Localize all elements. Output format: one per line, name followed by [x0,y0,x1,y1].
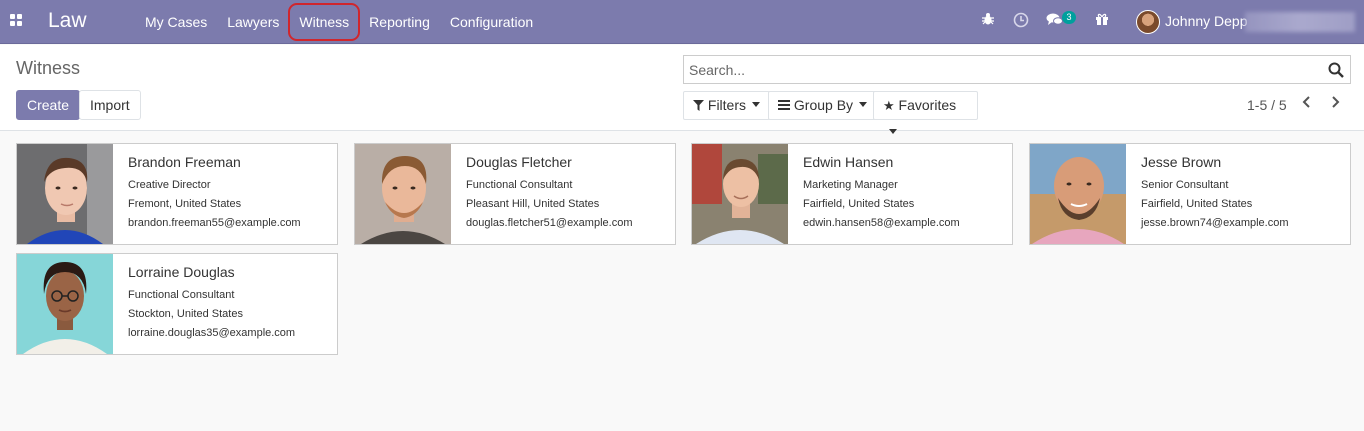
witness-job: Creative Director [128,179,211,191]
witness-job: Marketing Manager [803,179,898,191]
witness-card[interactable]: Lorraine Douglas Functional Consultant S… [16,253,338,355]
top-navbar: Law My Cases Lawyers Witness Reporting C… [0,0,1364,44]
witness-photo [1030,144,1126,244]
witness-email: jesse.brown74@example.com [1141,217,1289,229]
witness-job: Functional Consultant [128,289,235,301]
favorites-label: Favorites [898,97,957,113]
witness-card[interactable]: Douglas Fletcher Functional Consultant P… [354,143,676,245]
witness-photo [17,254,113,354]
favorites-dropdown[interactable]: ★ Favorites [873,91,978,134]
breadcrumb[interactable]: Witness [16,58,80,79]
witness-card[interactable]: Edwin Hansen Marketing Manager Fairfield… [691,143,1013,245]
witness-name: Edwin Hansen [803,154,894,170]
witness-details: Douglas Fletcher Functional Consultant P… [466,154,632,230]
menu-item-configuration[interactable]: Configuration [440,0,543,44]
main-menu: My Cases Lawyers Witness Reporting Confi… [135,0,543,44]
witness-email: lorraine.douglas35@example.com [128,327,296,339]
menu-item-witness[interactable]: Witness [288,0,360,44]
menu-item-reporting[interactable]: Reporting [359,0,440,44]
witness-job: Senior Consultant [1141,179,1229,191]
witness-details: Edwin Hansen Marketing Manager Fairfield… [803,154,960,230]
witness-location: Pleasant Hill, United States [466,198,600,210]
list-icon [778,100,790,110]
chevron-down-icon [889,128,897,134]
app-brand[interactable]: Law [48,9,87,33]
search-box [683,55,1351,84]
filters-label: Filters [707,97,747,113]
gift-icon[interactable] [1093,12,1111,30]
witness-card[interactable]: Brandon Freeman Creative Director Fremon… [16,143,338,245]
menu-item-my-cases[interactable]: My Cases [135,0,217,44]
search-icon[interactable] [1328,62,1344,78]
witness-location: Fairfield, United States [803,198,915,210]
filters-dropdown[interactable]: Filters [683,91,771,120]
pager-next-button[interactable] [1325,93,1345,115]
witness-name: Brandon Freeman [128,154,241,170]
witness-details: Brandon Freeman Creative Director Fremon… [128,154,301,230]
star-icon: ★ [883,98,895,113]
search-input[interactable] [684,56,1314,83]
redacted-area [1245,12,1355,32]
bug-icon[interactable] [979,12,997,30]
witness-photo [355,144,451,244]
pager-previous-button[interactable] [1297,93,1317,115]
witness-name: Jesse Brown [1141,154,1222,170]
witness-name: Douglas Fletcher [466,154,572,170]
witness-photo [692,144,788,244]
witness-location: Stockton, United States [128,308,243,320]
witness-name: Lorraine Douglas [128,264,235,280]
user-name[interactable]: Johnny Depp [1165,13,1248,29]
group-by-label: Group By [793,97,854,113]
witness-photo [17,144,113,244]
menu-item-lawyers[interactable]: Lawyers [217,0,289,44]
clock-icon[interactable] [1012,12,1030,30]
pager-value[interactable]: 1-5 / 5 [1247,97,1287,113]
witness-details: Lorraine Douglas Functional Consultant S… [128,264,295,340]
witness-location: Fairfield, United States [1141,198,1253,210]
create-button[interactable]: Create [16,90,81,120]
witness-job: Functional Consultant [466,179,573,191]
witness-card[interactable]: Jesse Brown Senior Consultant Fairfield,… [1029,143,1351,245]
user-avatar[interactable] [1136,10,1160,34]
filter-icon [693,100,704,111]
group-by-dropdown[interactable]: Group By [768,91,878,120]
witness-location: Fremont, United States [128,198,242,210]
control-panel: Witness Create Import Filters Group By ★… [0,45,1364,134]
witness-email: douglas.fletcher51@example.com [466,217,633,229]
import-button[interactable]: Import [79,90,141,120]
messages-count-badge: 3 [1062,11,1076,24]
chevron-down-icon [859,101,868,107]
chevron-down-icon [752,101,761,107]
witness-email: brandon.freeman55@example.com [128,217,301,229]
chevron-right-icon [1332,96,1340,108]
witness-details: Jesse Brown Senior Consultant Fairfield,… [1141,154,1289,230]
witness-email: edwin.hansen58@example.com [803,217,960,229]
apps-menu-icon[interactable] [10,14,23,27]
chevron-left-icon [1302,96,1310,108]
